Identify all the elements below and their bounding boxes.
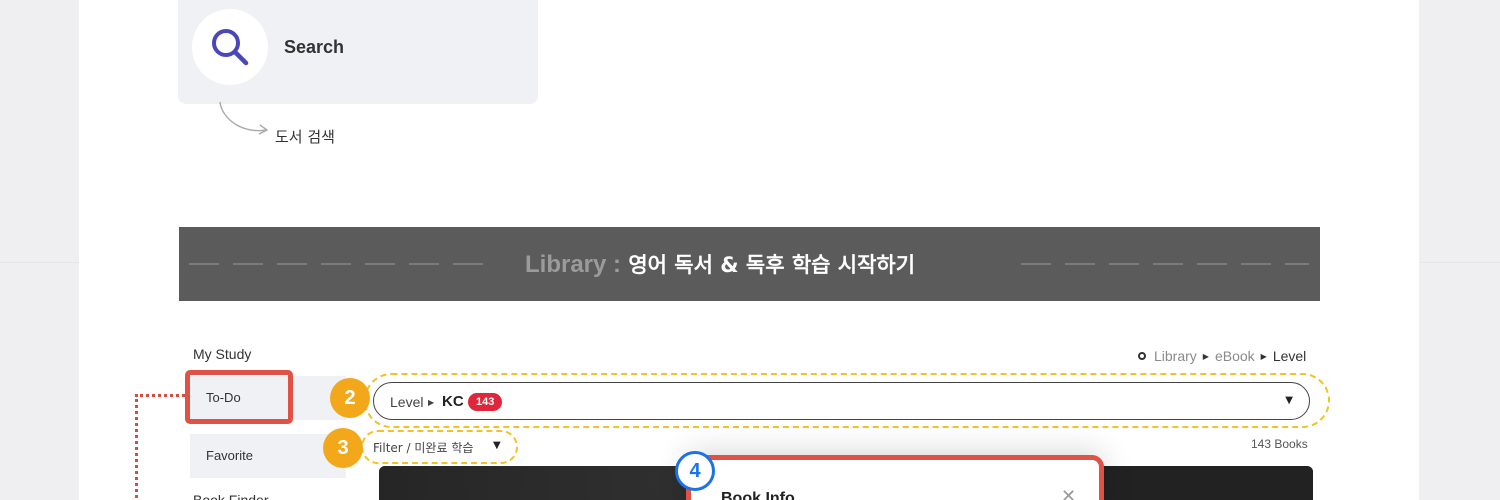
banner-dash-right <box>1021 263 1309 265</box>
curve-arrow-icon <box>219 101 269 135</box>
banner-line-left <box>0 262 79 263</box>
callout-badge-4: 4 <box>675 451 715 491</box>
banner-title-library: Library : <box>525 251 622 278</box>
book-info-modal: Book Info ✕ <box>686 455 1104 500</box>
caret-down-icon: ▼ <box>1285 395 1293 406</box>
breadcrumb-item-library[interactable]: Library <box>1154 348 1197 364</box>
level-count-badge: 143 <box>468 393 503 411</box>
breadcrumb-item-level[interactable]: Level <box>1273 348 1306 364</box>
banner-title-subtitle: 영어 독서 & 독후 학습 시작하기 <box>621 253 916 277</box>
search-caption: 도서 검색 <box>275 128 335 146</box>
sidebar-item-book-finder[interactable]: Book Finder <box>193 492 268 500</box>
sidebar-item-label: Favorite <box>206 448 253 463</box>
callout-badge-3: 3 <box>323 428 363 468</box>
breadcrumb-ring-icon <box>1138 352 1146 360</box>
dotted-connector <box>135 394 185 397</box>
search-icon <box>212 29 249 66</box>
level-separator-icon: ▶ <box>428 398 435 407</box>
books-count: 143 Books <box>1251 437 1308 451</box>
level-select-value: KC <box>442 393 464 410</box>
breadcrumb-separator-icon: ▶ <box>1202 351 1209 361</box>
todo-highlight-box <box>185 370 293 424</box>
level-select[interactable]: Level ▶ KC 143 ▼ <box>373 382 1310 420</box>
dotted-connector <box>135 394 138 500</box>
search-label: Search <box>284 37 345 57</box>
breadcrumb-item-ebook[interactable]: eBook <box>1215 348 1255 364</box>
caret-down-icon[interactable]: ▼ <box>493 440 501 451</box>
banner-line-right <box>1420 262 1500 263</box>
modal-title: Book Info <box>721 490 795 500</box>
breadcrumb: Library ▶ eBook ▶ Level <box>1138 348 1306 364</box>
library-banner: Library : 영어 독서 & 독후 학습 시작하기 <box>179 227 1320 301</box>
callout-badge-2: 2 <box>330 378 370 418</box>
level-select-label: Level <box>390 394 424 410</box>
search-icon-circle <box>192 9 268 85</box>
banner-dash-left <box>189 263 485 265</box>
sidebar-section-title: My Study <box>193 346 252 362</box>
breadcrumb-separator-icon: ▶ <box>1260 351 1267 361</box>
filter-dropdown[interactable]: Filter / 미완료 학습 <box>373 439 473 456</box>
sidebar-item-favorite[interactable]: Favorite <box>190 434 346 478</box>
search-card[interactable]: Search <box>178 0 538 104</box>
banner-title: Library : 영어 독서 & 독후 학습 시작하기 <box>525 249 915 279</box>
close-icon[interactable]: ✕ <box>1061 486 1076 500</box>
